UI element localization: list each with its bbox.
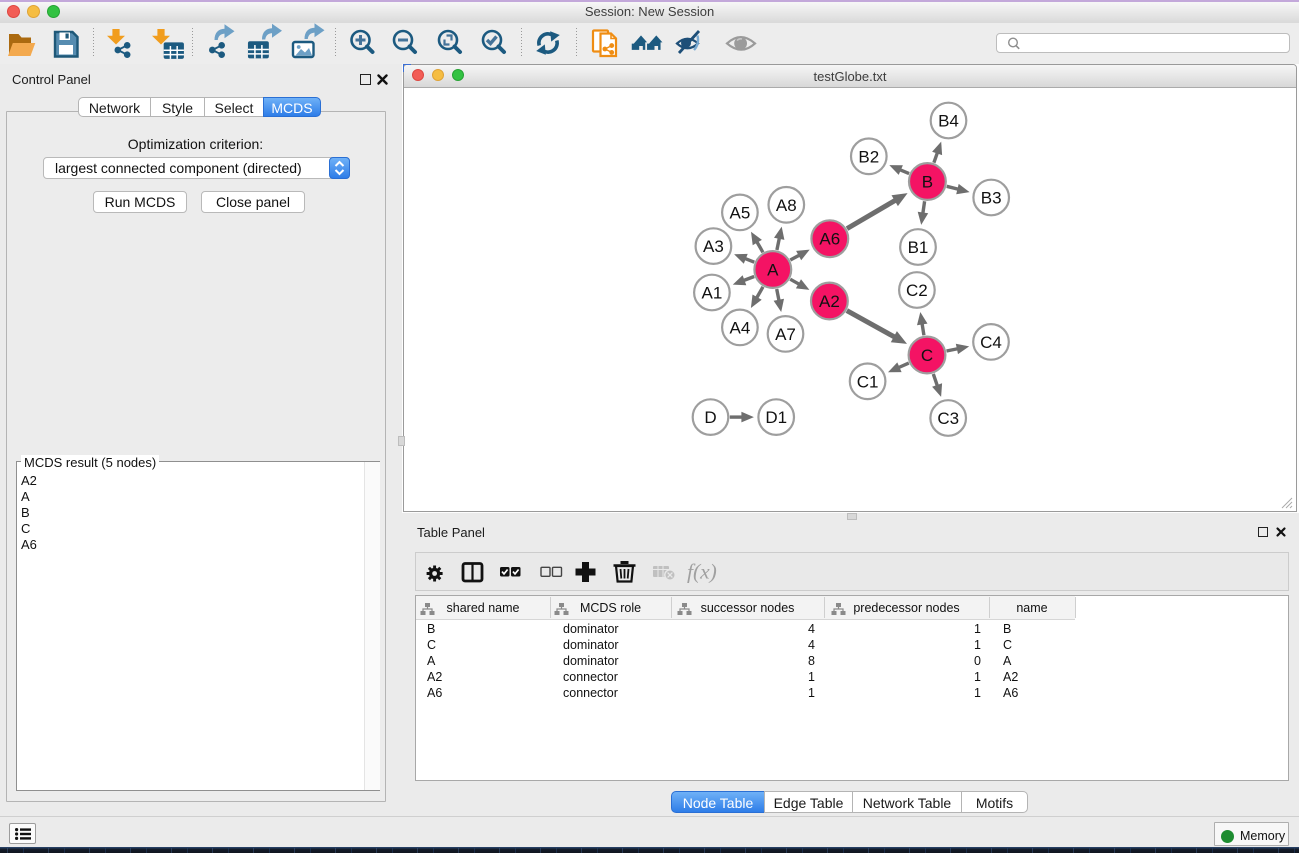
svg-text:A4: A4 [730,318,751,337]
svg-text:B2: B2 [858,147,879,166]
svg-text:A6: A6 [819,230,840,249]
svg-text:A5: A5 [730,203,751,222]
svg-text:C1: C1 [857,372,879,391]
svg-text:A2: A2 [819,292,840,311]
svg-text:C3: C3 [937,409,959,428]
svg-text:B1: B1 [908,238,929,257]
svg-text:A7: A7 [775,325,796,344]
svg-text:A3: A3 [703,237,724,256]
svg-text:B: B [922,173,933,192]
svg-text:C4: C4 [980,333,1002,352]
svg-text:A1: A1 [702,284,723,303]
svg-text:C2: C2 [906,281,928,300]
svg-text:f(x): f(x) [687,560,717,584]
svg-text:A8: A8 [776,196,797,215]
svg-text:B3: B3 [981,189,1002,208]
svg-text:D: D [704,408,716,427]
svg-text:A: A [767,261,779,280]
svg-text:D1: D1 [765,408,787,427]
svg-text:B4: B4 [938,112,959,131]
svg-text:C: C [921,346,933,365]
